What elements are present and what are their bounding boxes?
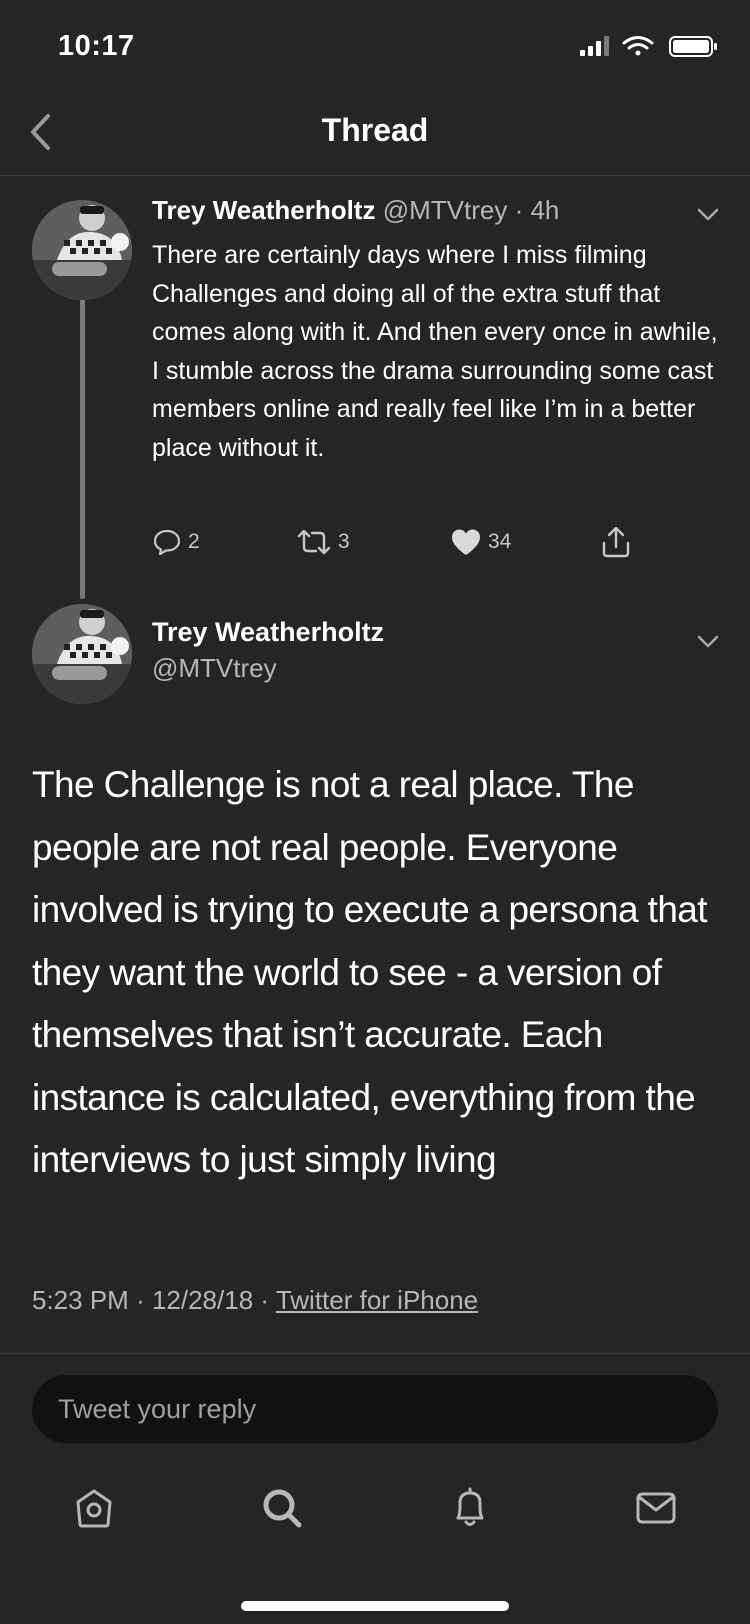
chevron-down-icon [697, 635, 719, 648]
divider [0, 1353, 750, 1354]
retweet-count: 3 [338, 530, 350, 553]
page-title: Thread [321, 112, 429, 148]
handle[interactable]: @MTVtrey [152, 653, 277, 684]
cellular-signal-icon [580, 36, 609, 56]
handle[interactable]: @MTVtrey [383, 195, 508, 225]
thread-connector-line [80, 297, 85, 599]
chevron-down-icon [697, 208, 719, 221]
reply-count: 2 [188, 530, 200, 553]
tweet-date: 12/28/18 [151, 1285, 254, 1315]
wifi-icon [622, 36, 654, 56]
heart-icon [452, 529, 480, 555]
like-button[interactable]: 34 [450, 522, 511, 562]
tweet-meta: 5:23 PM · 12/28/18 · Twitter for iPhone [32, 1285, 479, 1315]
tweet-text: There are certainly days where I miss fi… [152, 241, 718, 462]
tab-search[interactable] [260, 1486, 304, 1530]
messages-mail-icon [636, 1492, 676, 1524]
tweet-time: 5:23 PM [32, 1285, 129, 1315]
home-icon [76, 1489, 112, 1528]
battery-icon [669, 36, 717, 57]
search-icon [263, 1489, 302, 1528]
notifications-bell-icon [456, 1487, 484, 1526]
reply-field[interactable] [32, 1375, 718, 1443]
tweet-actions: 2 3 34 [152, 522, 652, 562]
tweet-source-link[interactable]: Twitter for iPhone [276, 1285, 478, 1315]
tab-home[interactable] [72, 1486, 116, 1530]
avatar[interactable] [32, 200, 132, 300]
time-ago: 4h [530, 195, 560, 225]
header-divider [0, 175, 750, 176]
status-icons [580, 34, 720, 58]
reply-button[interactable]: 2 [152, 522, 200, 562]
share-icon [602, 526, 630, 558]
like-count: 34 [488, 530, 512, 553]
tweet-options-button[interactable] [694, 627, 722, 655]
share-button[interactable] [600, 522, 632, 562]
retweet-icon [297, 529, 331, 555]
display-name[interactable]: Trey Weatherholtz [152, 617, 384, 648]
tweet-header: Trey Weatherholtz @MTVtrey · 4h [152, 195, 559, 226]
status-time: 10:17 [58, 30, 135, 62]
reply-input[interactable] [32, 1375, 718, 1443]
tweet-options-button[interactable] [694, 200, 722, 228]
avatar[interactable] [32, 604, 132, 704]
home-indicator [241, 1601, 509, 1611]
separator: · [514, 195, 524, 225]
display-name[interactable]: Trey Weatherholtz [152, 195, 375, 225]
tweet-text-large: The Challenge is not a real place. The p… [32, 764, 708, 1180]
reply-icon [153, 529, 181, 556]
retweet-button[interactable]: 3 [296, 522, 350, 562]
tab-notifications[interactable] [448, 1486, 492, 1530]
tab-messages[interactable] [634, 1486, 678, 1530]
